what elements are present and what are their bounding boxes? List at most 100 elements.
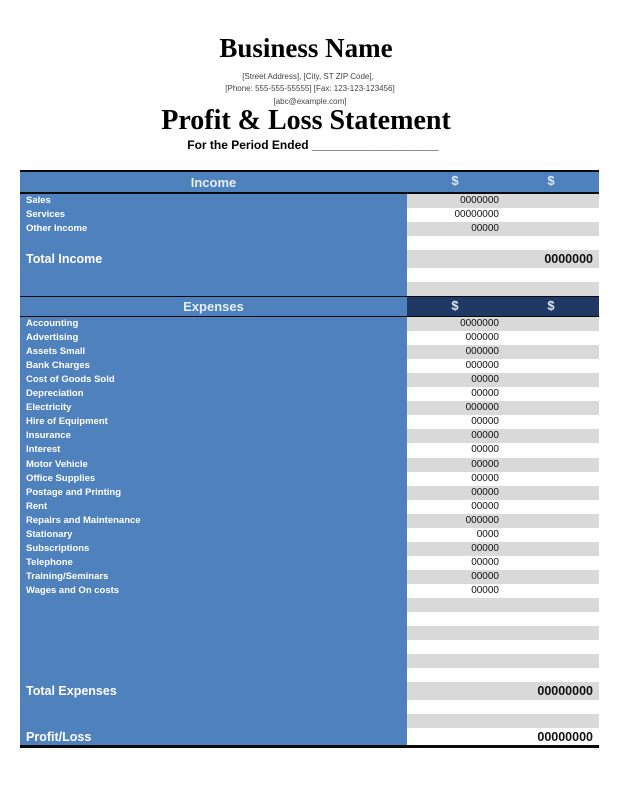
expense-row[interactable] bbox=[407, 472, 599, 486]
expense-row-label: Wages and On costs bbox=[26, 585, 120, 596]
expense-blank-row[interactable] bbox=[407, 640, 599, 654]
expenses-currency-col2: $ bbox=[547, 298, 555, 313]
expense-row-value[interactable]: 00000 bbox=[471, 415, 499, 429]
statement-title: Profit & Loss Statement bbox=[161, 105, 451, 136]
income-row-value[interactable]: 00000 bbox=[471, 222, 499, 236]
expense-row[interactable] bbox=[407, 429, 599, 443]
expense-row[interactable] bbox=[407, 486, 599, 500]
expense-row-label: Interest bbox=[26, 444, 61, 455]
expense-row-label: Repairs and Maintenance bbox=[26, 515, 141, 526]
expense-row[interactable] bbox=[407, 542, 599, 556]
top-border bbox=[20, 170, 599, 172]
expense-row-label: Motor Vehicle bbox=[26, 459, 88, 470]
expense-row-value[interactable]: 00000 bbox=[471, 458, 499, 472]
income-spacer-row[interactable] bbox=[407, 268, 599, 282]
income-header-divider bbox=[20, 192, 599, 194]
expense-blank-row[interactable] bbox=[407, 598, 599, 612]
expense-row-label: Telephone bbox=[26, 557, 73, 568]
expense-row-label: Training/Seminars bbox=[26, 571, 109, 582]
income-currency-col2: $ bbox=[547, 173, 555, 188]
expense-row-value[interactable]: 00000 bbox=[471, 542, 499, 556]
income-row-label: Sales bbox=[26, 195, 51, 206]
expense-row-value[interactable]: 00000 bbox=[471, 500, 499, 514]
expense-row-value[interactable]: 00000 bbox=[471, 556, 499, 570]
expense-blank-row[interactable] bbox=[407, 612, 599, 626]
expense-row-value[interactable]: 000000 bbox=[466, 359, 499, 373]
expense-row[interactable] bbox=[407, 500, 599, 514]
income-row[interactable] bbox=[407, 222, 599, 236]
expense-spacer-row[interactable] bbox=[407, 714, 599, 728]
income-blank-row[interactable] bbox=[407, 236, 599, 250]
expense-row-label: Hire of Equipment bbox=[26, 416, 108, 427]
expense-row[interactable] bbox=[407, 570, 599, 584]
address-line-street: [Street Address], [City, ST ZIP Code], bbox=[242, 72, 374, 81]
expense-row-label: Accounting bbox=[26, 318, 79, 329]
expense-row-label: Insurance bbox=[26, 430, 71, 441]
expense-row-label: Subscriptions bbox=[26, 543, 90, 554]
expense-row-value[interactable]: 00000 bbox=[471, 429, 499, 443]
expense-row[interactable] bbox=[407, 556, 599, 570]
expenses-header-divider bbox=[20, 316, 599, 317]
expense-row-value[interactable]: 00000 bbox=[471, 584, 499, 598]
income-row-label: Other Income bbox=[26, 223, 88, 234]
expense-row-label: Assets Small bbox=[26, 346, 86, 357]
expense-row[interactable] bbox=[407, 415, 599, 429]
income-row-value[interactable]: 0000000 bbox=[460, 194, 499, 208]
expense-row[interactable] bbox=[407, 458, 599, 472]
expense-row-label: Postage and Printing bbox=[26, 487, 122, 498]
expense-blank-row[interactable] bbox=[407, 668, 599, 682]
expense-row-label: Office Supplies bbox=[26, 473, 96, 484]
expense-row-value[interactable]: 00000 bbox=[471, 486, 499, 500]
expense-row-value[interactable]: 00000 bbox=[471, 443, 499, 457]
expense-row-value[interactable]: 000000 bbox=[466, 345, 499, 359]
expense-row[interactable] bbox=[407, 528, 599, 542]
expense-row[interactable] bbox=[407, 401, 599, 415]
expense-row[interactable] bbox=[407, 584, 599, 598]
expense-row[interactable] bbox=[407, 359, 599, 373]
total-expenses-row-label: Total Expenses bbox=[26, 684, 117, 698]
expense-row[interactable] bbox=[407, 387, 599, 401]
profit-loss-row-value[interactable]: 00000000 bbox=[537, 730, 593, 744]
expense-row[interactable] bbox=[407, 443, 599, 457]
income-spacer-row[interactable] bbox=[407, 282, 599, 296]
profit-loss-row-label: Profit/Loss bbox=[26, 729, 92, 744]
total-income-row-label: Total Income bbox=[26, 252, 103, 266]
total-expenses-row-value[interactable]: 00000000 bbox=[537, 684, 593, 698]
expense-row[interactable] bbox=[407, 331, 599, 345]
income-row[interactable] bbox=[407, 194, 599, 208]
expense-row-value[interactable]: 00000 bbox=[471, 472, 499, 486]
expense-row[interactable] bbox=[407, 317, 599, 331]
expense-row-label: Advertising bbox=[26, 332, 79, 343]
total-income-row-value[interactable]: 0000000 bbox=[544, 252, 593, 266]
income-section-title: Income bbox=[190, 175, 237, 190]
bottom-border bbox=[20, 745, 599, 748]
address-line-phone-fax: [Phone: 555-555-55555] [Fax: 123-123-123… bbox=[225, 84, 395, 93]
expense-row[interactable] bbox=[407, 514, 599, 528]
expense-row-value[interactable]: 000000 bbox=[466, 514, 499, 528]
expense-row-label: Depreciation bbox=[26, 388, 84, 399]
expense-row-label: Cost of Goods Sold bbox=[26, 374, 115, 385]
expenses-section-title: Expenses bbox=[183, 299, 244, 314]
expense-blank-row[interactable] bbox=[407, 626, 599, 640]
expense-row-label: Stationary bbox=[26, 529, 73, 540]
expense-row-value[interactable]: 0000000 bbox=[460, 317, 499, 331]
expense-row[interactable] bbox=[407, 373, 599, 387]
expense-row-value[interactable]: 000000 bbox=[466, 331, 499, 345]
expenses-section-divider bbox=[20, 296, 599, 297]
expenses-currency-header-band bbox=[407, 297, 599, 316]
expense-row-label: Bank Charges bbox=[26, 360, 90, 371]
income-row-value[interactable]: 00000000 bbox=[455, 208, 500, 222]
expenses-currency-col1: $ bbox=[451, 298, 459, 313]
expense-row-value[interactable]: 00000 bbox=[471, 373, 499, 387]
expense-row-value[interactable]: 0000 bbox=[477, 528, 499, 542]
expense-row-label: Rent bbox=[26, 501, 48, 512]
expense-row-value[interactable]: 00000 bbox=[471, 570, 499, 584]
expense-spacer-row[interactable] bbox=[407, 700, 599, 714]
expense-row-value[interactable]: 000000 bbox=[466, 401, 499, 415]
income-row[interactable] bbox=[407, 208, 599, 222]
business-name: Business Name bbox=[219, 33, 393, 63]
expense-row-value[interactable]: 00000 bbox=[471, 387, 499, 401]
expense-row[interactable] bbox=[407, 345, 599, 359]
period-ended-field[interactable]: For the Period Ended ___________________ bbox=[0, 137, 627, 153]
expense-blank-row[interactable] bbox=[407, 654, 599, 668]
